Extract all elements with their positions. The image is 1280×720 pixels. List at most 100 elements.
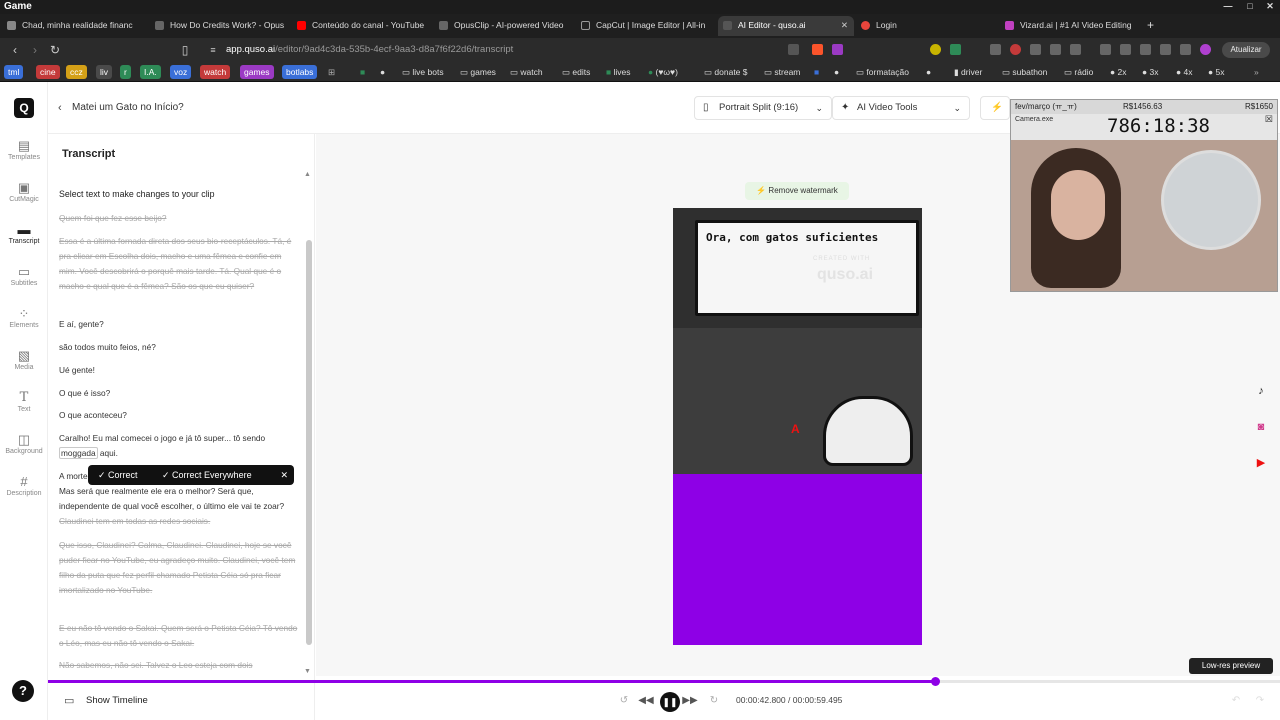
- extension-icon[interactable]: [1010, 44, 1021, 55]
- correct-everywhere-button[interactable]: ✓ Correct Everywhere: [162, 465, 252, 485]
- sidebar-item-elements[interactable]: ⁘ Elements: [0, 306, 48, 346]
- skip-forward-icon[interactable]: ▶▶: [682, 693, 698, 709]
- close-window-icon[interactable]: ✕: [1264, 0, 1276, 12]
- scroll-up-icon[interactable]: ▲: [304, 171, 311, 178]
- scrollbar-thumb[interactable]: [306, 240, 312, 645]
- tiktok-icon[interactable]: ♪: [1254, 384, 1268, 398]
- layout-dropdown[interactable]: ▯ Portrait Split (9:16) ⌄: [694, 96, 832, 120]
- browser-tab[interactable]: OpusClip - AI-powered Video: [434, 16, 574, 36]
- bookmark-item[interactable]: r: [120, 65, 131, 79]
- transcript-line-removed[interactable]: Quem foi que fez esse beijo?: [59, 211, 299, 226]
- reload-icon[interactable]: ↻: [46, 41, 64, 59]
- transcript-line-removed[interactable]: Que isso, Claudinei? Calma, Claudinei. C…: [59, 538, 299, 598]
- browser-tab[interactable]: Conteúdo do canal - YouTube: [292, 16, 432, 36]
- vpn-icon[interactable]: [1180, 44, 1191, 55]
- sidebar-item-templates[interactable]: ▤ Templates: [0, 138, 48, 178]
- remove-watermark-button[interactable]: ⚡ Remove watermark: [745, 182, 849, 200]
- transcript-line[interactable]: Caralho! Eu mal comecei o jogo e já tô s…: [59, 431, 299, 461]
- bookmark-item[interactable]: ▮ driver: [954, 65, 982, 79]
- selected-word[interactable]: moggada: [59, 447, 98, 459]
- show-timeline-button[interactable]: Show Timeline: [86, 695, 148, 706]
- bookmark-item[interactable]: ● (♥ω♥): [648, 65, 678, 79]
- browser-tab[interactable]: CapCut | Image Editor | All-in: [576, 16, 716, 36]
- skip-back-icon[interactable]: ◀◀: [638, 693, 654, 709]
- bookmark-icon[interactable]: ▯: [176, 41, 194, 59]
- rewind-icon[interactable]: ↺: [616, 693, 632, 709]
- media-icon[interactable]: [1100, 44, 1111, 55]
- sidebar-item-subtitles[interactable]: ▭ Subtitles: [0, 264, 48, 304]
- back-arrow-icon[interactable]: ‹: [6, 41, 24, 59]
- sidebar-icon[interactable]: [1120, 44, 1131, 55]
- bookmark-item[interactable]: I.A.: [140, 65, 161, 79]
- bolt-button[interactable]: ⚡: [980, 96, 1010, 120]
- close-icon[interactable]: ✕: [280, 465, 288, 485]
- bookmark-folder[interactable]: ▭ edits: [562, 65, 590, 79]
- bookmark-item[interactable]: ■ lives: [606, 65, 631, 79]
- url-field[interactable]: ≡ app.quso.ai/editor/9ad4c3da-535b-4ecf-…: [200, 41, 860, 59]
- bookmark-folder[interactable]: ▭ donate $: [704, 65, 748, 79]
- bookmark-folder[interactable]: ▭ rádio: [1064, 65, 1093, 79]
- bookmark-folder[interactable]: ▭ subathon: [1002, 65, 1047, 79]
- bookmark-folder[interactable]: ▭ formatação: [856, 65, 909, 79]
- bookmark-item[interactable]: ● 2x: [1110, 65, 1126, 79]
- transcript-line-removed[interactable]: Não sabemos, não sei. Talvez o Leo estej…: [59, 658, 299, 673]
- extension-icon[interactable]: [1030, 44, 1041, 55]
- bookmark-icon[interactable]: ●: [380, 65, 385, 79]
- sidebar-item-text[interactable]: T Text: [0, 390, 48, 430]
- extensions-icon[interactable]: [1050, 44, 1061, 55]
- bookmark-icon[interactable]: ■: [814, 65, 819, 79]
- bookmark-folder[interactable]: ▭ live bots: [402, 65, 444, 79]
- extension-icon[interactable]: [990, 44, 1001, 55]
- scroll-down-icon[interactable]: ▼: [304, 668, 311, 675]
- apps-grid-icon[interactable]: ⊞: [328, 65, 335, 79]
- bookmark-item[interactable]: ● 3x: [1142, 65, 1158, 79]
- browser-tab[interactable]: Vizard.ai | #1 AI Video Editing: [1000, 16, 1140, 36]
- redo-icon[interactable]: ↷: [1252, 693, 1268, 709]
- bookmark-item[interactable]: ● 5x: [1208, 65, 1224, 79]
- update-button[interactable]: Atualizar: [1222, 42, 1270, 58]
- new-tab-button[interactable]: +: [1142, 16, 1162, 36]
- bookmark-item[interactable]: liv: [96, 65, 113, 79]
- bookmark-item[interactable]: tml: [4, 65, 24, 79]
- browser-tab-active[interactable]: AI Editor - quso.ai ✕: [718, 16, 854, 36]
- bookmark-icon[interactable]: ●: [926, 65, 931, 79]
- bookmark-folder[interactable]: ▭ watch: [510, 65, 543, 79]
- browser-tab[interactable]: How Do Credits Work? - Opus: [150, 16, 290, 36]
- pause-button[interactable]: ❚❚: [660, 692, 680, 712]
- undo-icon[interactable]: ↶: [1228, 693, 1244, 709]
- sidebar-item-cutmagic[interactable]: ▣ CutMagic: [0, 180, 48, 220]
- bookmark-item[interactable]: botlabs: [282, 65, 318, 79]
- extension-icon[interactable]: [930, 44, 941, 55]
- bookmark-item[interactable]: ● 4x: [1176, 65, 1192, 79]
- forward-arrow-icon[interactable]: ›: [26, 41, 44, 59]
- bookmark-folder[interactable]: ▭ games: [460, 65, 496, 79]
- video-preview[interactable]: Ora, com gatos suficientes CREATED WITH …: [673, 208, 922, 645]
- project-title[interactable]: Matei um Gato no Início?: [72, 102, 184, 113]
- more-bookmarks-icon[interactable]: »: [1254, 65, 1259, 79]
- profile-avatar[interactable]: [1200, 44, 1211, 55]
- bookmark-icon[interactable]: ■: [360, 65, 365, 79]
- bookmark-folder[interactable]: ▭ stream: [764, 65, 800, 79]
- timeline-icon[interactable]: ▭: [64, 694, 74, 707]
- share-icon[interactable]: [788, 44, 799, 55]
- downloads-icon[interactable]: [1140, 44, 1151, 55]
- bookmark-item[interactable]: ccz: [66, 65, 87, 79]
- sidebar-item-background[interactable]: ◫ Background: [0, 432, 48, 472]
- youtube-shorts-icon[interactable]: ▶: [1254, 456, 1268, 470]
- correct-button[interactable]: ✓ Correct: [98, 465, 138, 485]
- help-button[interactable]: ?: [12, 680, 34, 702]
- transcript-line[interactable]: E aí, gente?: [59, 317, 299, 332]
- transcript-line-removed[interactable]: Essa é a última fornada direta dos seus …: [59, 234, 299, 294]
- transcript-line[interactable]: O que é isso?: [59, 386, 299, 401]
- bookmark-item[interactable]: cine: [36, 65, 60, 79]
- bookmark-icon[interactable]: ●: [834, 65, 839, 79]
- transcript-line[interactable]: O que aconteceu?: [59, 408, 299, 423]
- browser-tab[interactable]: Login: [856, 16, 996, 36]
- quso-logo[interactable]: Q: [14, 98, 34, 118]
- sidebar-item-media[interactable]: ▧ Media: [0, 348, 48, 388]
- brave-shield-icon[interactable]: [812, 44, 823, 55]
- transcript-line[interactable]: Ué gente!: [59, 363, 299, 378]
- bookmark-item[interactable]: games: [240, 65, 274, 79]
- transcript-line-removed[interactable]: E eu não tô vendo o Sakai. Quem será o P…: [59, 621, 299, 651]
- transcript-line[interactable]: Mas será que realmente ele era o melhor?…: [59, 484, 299, 529]
